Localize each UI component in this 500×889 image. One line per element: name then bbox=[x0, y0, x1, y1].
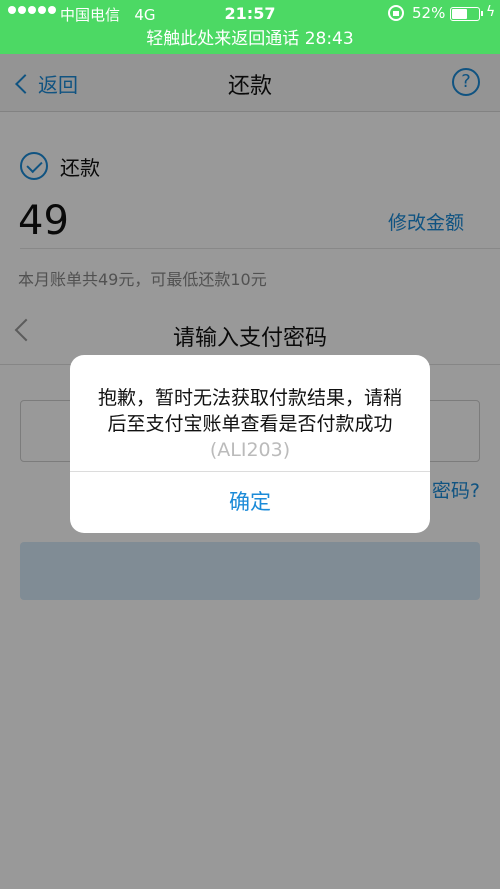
battery-icon bbox=[450, 7, 483, 21]
call-banner[interactable]: 轻触此处来返回通话 28:43 bbox=[0, 28, 500, 54]
status-bar: 中国电信 4G 21:57 52% ϟ bbox=[0, 0, 500, 28]
orientation-lock-icon bbox=[388, 5, 404, 21]
confirm-button[interactable]: 确定 bbox=[70, 472, 430, 533]
charging-icon: ϟ bbox=[486, 4, 496, 20]
battery-percent: 52% bbox=[412, 4, 446, 22]
alert-message: 抱歉，暂时无法获取付款结果，请稍后至支付宝账单查看是否付款成功(ALI203) bbox=[97, 387, 402, 461]
error-code: (ALI203) bbox=[209, 439, 291, 461]
battery-fill bbox=[452, 9, 467, 19]
alert-dialog: 抱歉，暂时无法获取付款结果，请稍后至支付宝账单查看是否付款成功(ALI203) … bbox=[70, 355, 430, 533]
